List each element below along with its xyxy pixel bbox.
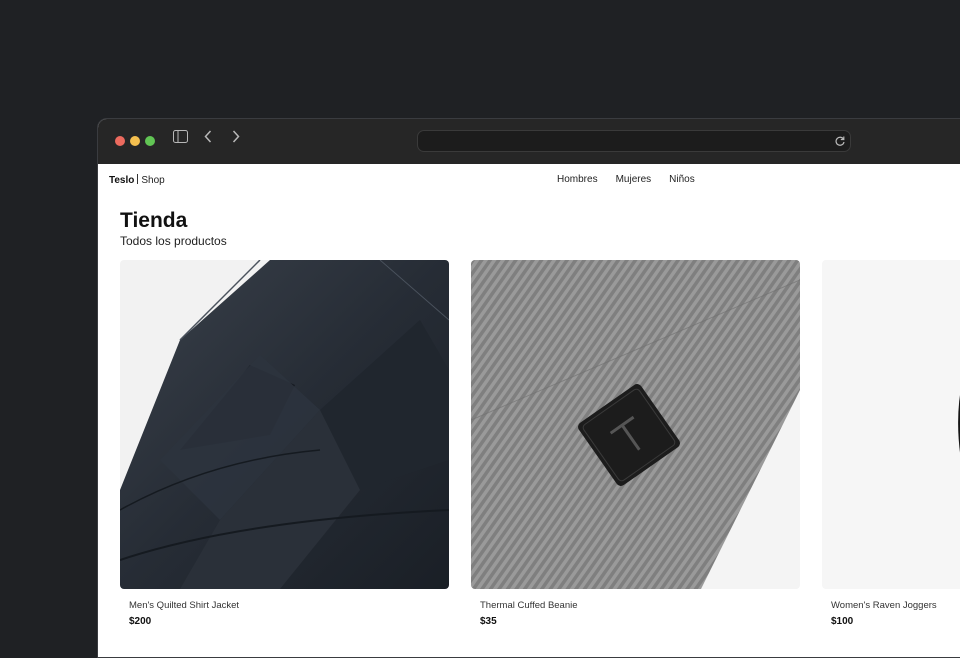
- brand-name: Teslo: [109, 175, 135, 186]
- product-card[interactable]: Thermal Cuffed Beanie $35: [471, 260, 800, 627]
- product-name[interactable]: Men's Quilted Shirt Jacket: [129, 600, 449, 611]
- nav-link-ninos[interactable]: Niños: [669, 174, 695, 185]
- product-image-jacket[interactable]: [120, 260, 449, 589]
- browser-titlebar: [98, 119, 960, 164]
- minimize-window-button[interactable]: [130, 136, 140, 146]
- back-icon[interactable]: [204, 130, 212, 148]
- browser-window: Teslo Shop Hombres Mujeres Niños Tienda T…: [97, 118, 960, 658]
- product-card[interactable]: Men's Quilted Shirt Jacket $200: [120, 260, 449, 627]
- main-nav: Hombres Mujeres Niños: [557, 174, 695, 185]
- product-name[interactable]: Thermal Cuffed Beanie: [480, 600, 800, 611]
- sidebar-toggle-icon[interactable]: [173, 130, 188, 148]
- nav-link-mujeres[interactable]: Mujeres: [616, 174, 652, 185]
- reload-icon[interactable]: [834, 134, 846, 152]
- maximize-window-button[interactable]: [145, 136, 155, 146]
- page-title: Tienda: [120, 209, 188, 232]
- product-price: $200: [129, 616, 152, 627]
- address-bar[interactable]: [417, 130, 851, 152]
- forward-icon[interactable]: [232, 130, 240, 148]
- product-image-beanie[interactable]: [471, 260, 800, 589]
- product-name[interactable]: Women's Raven Joggers: [831, 600, 960, 611]
- page-subtitle: Todos los productos: [120, 234, 227, 248]
- brand-section: Shop: [141, 175, 165, 186]
- product-image-joggers[interactable]: [822, 260, 960, 589]
- close-window-button[interactable]: [115, 136, 125, 146]
- web-page: Teslo Shop Hombres Mujeres Niños Tienda T…: [98, 164, 960, 657]
- product-card[interactable]: Women's Raven Joggers $100: [822, 260, 960, 627]
- product-price: $35: [480, 616, 497, 627]
- site-logo[interactable]: Teslo Shop: [109, 174, 165, 186]
- brand-divider: [137, 174, 139, 184]
- nav-link-hombres[interactable]: Hombres: [557, 174, 598, 185]
- product-price: $100: [831, 616, 854, 627]
